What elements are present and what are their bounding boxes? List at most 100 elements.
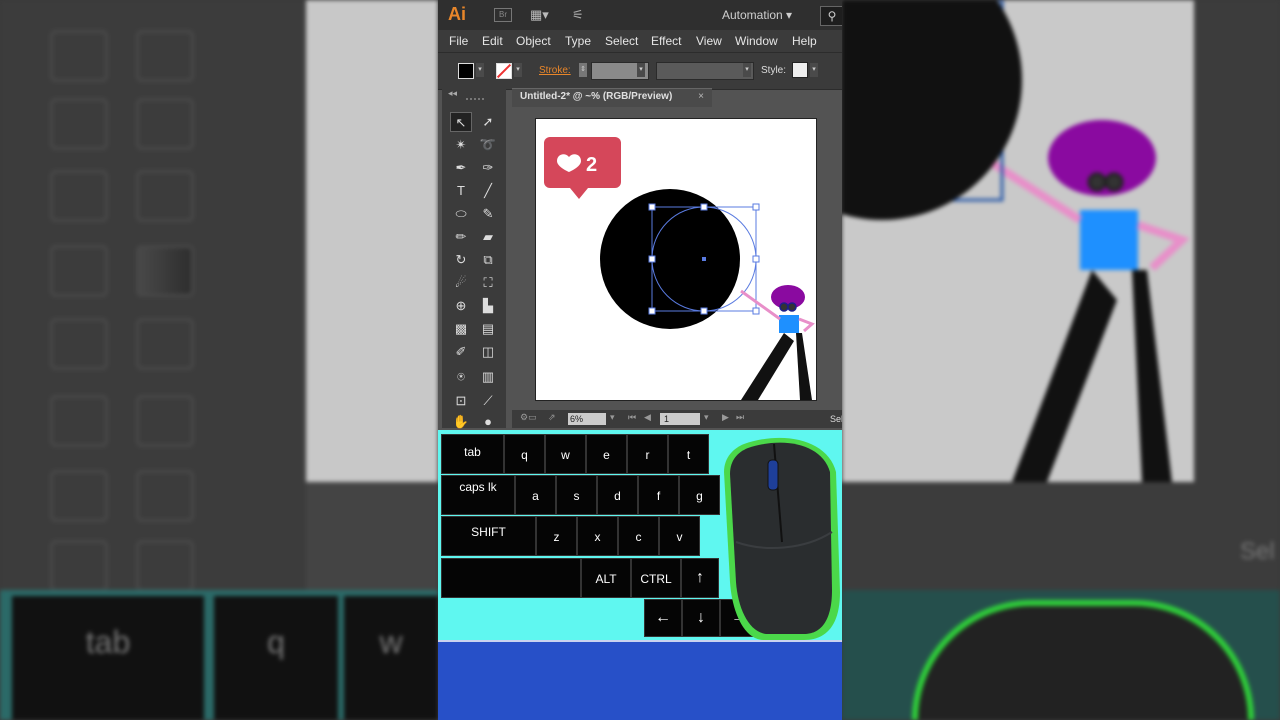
column-graph-tool-icon[interactable]: ▥	[477, 367, 499, 387]
fill-dropdown[interactable]: ▾	[476, 63, 484, 77]
key-f[interactable]: f	[638, 475, 679, 515]
profile-dropdown[interactable]: ▾	[743, 63, 751, 77]
key-g[interactable]: g	[679, 475, 720, 515]
gradient-tool-icon[interactable]: ▤	[477, 319, 499, 339]
character-illustration[interactable]	[740, 285, 815, 400]
key-q[interactable]: q	[504, 434, 545, 474]
search-icon[interactable]: ⚲	[820, 6, 842, 26]
gpu-preview-icon[interactable]: ⚙▭	[520, 412, 537, 423]
zoom-tool-icon[interactable]: ●	[477, 412, 499, 432]
bg-eyedropper-icon	[50, 318, 108, 370]
next-artboard-icon[interactable]: ▶	[722, 412, 729, 423]
key-alt[interactable]: ALT	[581, 558, 631, 598]
stroke-weight-stepper[interactable]: ⇕	[579, 63, 587, 77]
black-circle[interactable]	[600, 189, 740, 329]
menu-edit[interactable]: Edit	[482, 34, 503, 48]
eyedropper-tool-icon[interactable]: ✐	[450, 342, 472, 362]
paintbrush-tool-icon[interactable]: ✎	[477, 204, 499, 224]
stroke-label[interactable]: Stroke:	[539, 65, 571, 76]
bg-rotate-icon	[50, 30, 108, 82]
warp-tool-icon[interactable]: ☄	[450, 273, 472, 293]
direct-selection-tool-icon[interactable]: ➚	[477, 112, 499, 132]
bg-mouse	[842, 590, 1280, 720]
variable-width-profile[interactable]	[656, 62, 754, 80]
key-space[interactable]	[441, 558, 581, 598]
artboard-tool-icon[interactable]: ⊡	[450, 391, 472, 411]
collapse-panel-icon[interactable]: ◂◂	[448, 88, 457, 99]
ellipse-tool-icon[interactable]: ⬭	[450, 204, 472, 224]
gpu-performance-icon[interactable]: ⚟	[572, 7, 584, 23]
graphic-style-swatch[interactable]	[792, 62, 808, 78]
document-tab[interactable]: Untitled-2* @ ~% (RGB/Preview) ×	[512, 88, 712, 107]
key-r[interactable]: r	[627, 434, 668, 474]
menu-effect[interactable]: Effect	[651, 34, 681, 48]
pen-tool-icon[interactable]: ✒	[450, 158, 472, 178]
bridge-button[interactable]: Br	[494, 8, 512, 22]
scale-tool-icon[interactable]: ⧉	[477, 250, 499, 270]
key-left-arrow[interactable]: ←	[644, 599, 682, 637]
menu-view[interactable]: View	[696, 34, 722, 48]
free-transform-tool-icon[interactable]: ⛶	[477, 273, 499, 293]
key-a[interactable]: a	[515, 475, 556, 515]
menu-select[interactable]: Select	[605, 34, 638, 48]
key-w[interactable]: w	[545, 434, 586, 474]
close-icon[interactable]: ×	[698, 91, 704, 102]
magic-wand-tool-icon[interactable]: ✴	[450, 135, 472, 155]
control-bar: ▾ ▾ Stroke: ⇕ ▾ ▾ Style: ▾	[438, 52, 842, 90]
previous-artboard-icon[interactable]: ◀	[644, 412, 651, 423]
artboard[interactable]: 2	[535, 118, 817, 401]
hand-tool-icon[interactable]: ✋	[450, 412, 472, 432]
key-ctrl[interactable]: CTRL	[631, 558, 681, 598]
key-up-arrow[interactable]: ↑	[681, 558, 719, 598]
menu-object[interactable]: Object	[516, 34, 551, 48]
eraser-tool-icon[interactable]: ▰	[477, 227, 499, 247]
key-shift[interactable]: SHIFT	[441, 516, 536, 556]
blend-tool-icon[interactable]: ◫	[477, 342, 499, 362]
artboard-dropdown[interactable]: ▾	[704, 412, 709, 423]
key-down-arrow[interactable]: ↓	[682, 599, 720, 637]
key-x[interactable]: x	[577, 516, 618, 556]
shape-builder-tool-icon[interactable]: ⊕	[450, 296, 472, 316]
menu-window[interactable]: Window	[735, 34, 778, 48]
key-s[interactable]: s	[556, 475, 597, 515]
symbol-sprayer-tool-icon[interactable]: ⍟	[450, 367, 472, 387]
menu-type[interactable]: Type	[565, 34, 591, 48]
menu-file[interactable]: File	[449, 34, 468, 48]
zoom-dropdown[interactable]: ▾	[610, 412, 615, 423]
mesh-tool-icon[interactable]: ▩	[450, 319, 472, 339]
perspective-grid-tool-icon[interactable]: ▙	[477, 296, 499, 316]
last-artboard-icon[interactable]: ⏭	[736, 412, 744, 423]
selection-tool-icon[interactable]: ↖	[450, 112, 472, 132]
menu-help[interactable]: Help	[792, 34, 817, 48]
zoom-field[interactable]: 6%	[568, 413, 606, 425]
key-d[interactable]: d	[597, 475, 638, 515]
workspace-switcher[interactable]: Automation ▾	[722, 8, 792, 22]
curvature-tool-icon[interactable]: ✑	[477, 158, 499, 178]
line-tool-icon[interactable]: ╱	[477, 181, 499, 201]
key-tab[interactable]: tab	[441, 434, 504, 474]
type-tool-icon[interactable]: T	[450, 181, 472, 201]
bg-character-illustration	[742, 0, 1190, 482]
pencil-tool-icon[interactable]: ✏	[450, 227, 472, 247]
arrange-documents-icon[interactable]: ▦▾	[530, 7, 549, 23]
panel-grip[interactable]	[466, 98, 484, 104]
export-icon[interactable]: ⇗	[548, 412, 556, 423]
key-v[interactable]: v	[659, 516, 700, 556]
stroke-weight-dropdown[interactable]: ▾	[637, 63, 645, 77]
stroke-dropdown[interactable]: ▾	[514, 63, 522, 77]
bg-zoom-icon	[136, 540, 194, 592]
key-c[interactable]: c	[618, 516, 659, 556]
slice-tool-icon[interactable]: ⟋	[477, 391, 499, 411]
first-artboard-icon[interactable]: ⏮	[628, 412, 636, 423]
style-dropdown[interactable]: ▾	[810, 63, 818, 77]
tools-panel: ◂◂ ↖ ➚ ✴ ➰ ✒ ✑ T ╱ ⬭ ✎ ✏ ▰ ↻ ⧉ ☄ ⛶ ⊕ ▙ ▩…	[442, 88, 506, 429]
artboard-number-field[interactable]: 1	[660, 413, 700, 425]
stroke-swatch[interactable]	[496, 63, 512, 79]
fill-swatch[interactable]	[458, 63, 474, 79]
key-t[interactable]: t	[668, 434, 709, 474]
lasso-tool-icon[interactable]: ➰	[477, 135, 499, 155]
key-e[interactable]: e	[586, 434, 627, 474]
key-z[interactable]: z	[536, 516, 577, 556]
key-caps-lock[interactable]: caps lk	[441, 475, 515, 515]
rotate-tool-icon[interactable]: ↻	[450, 250, 472, 270]
